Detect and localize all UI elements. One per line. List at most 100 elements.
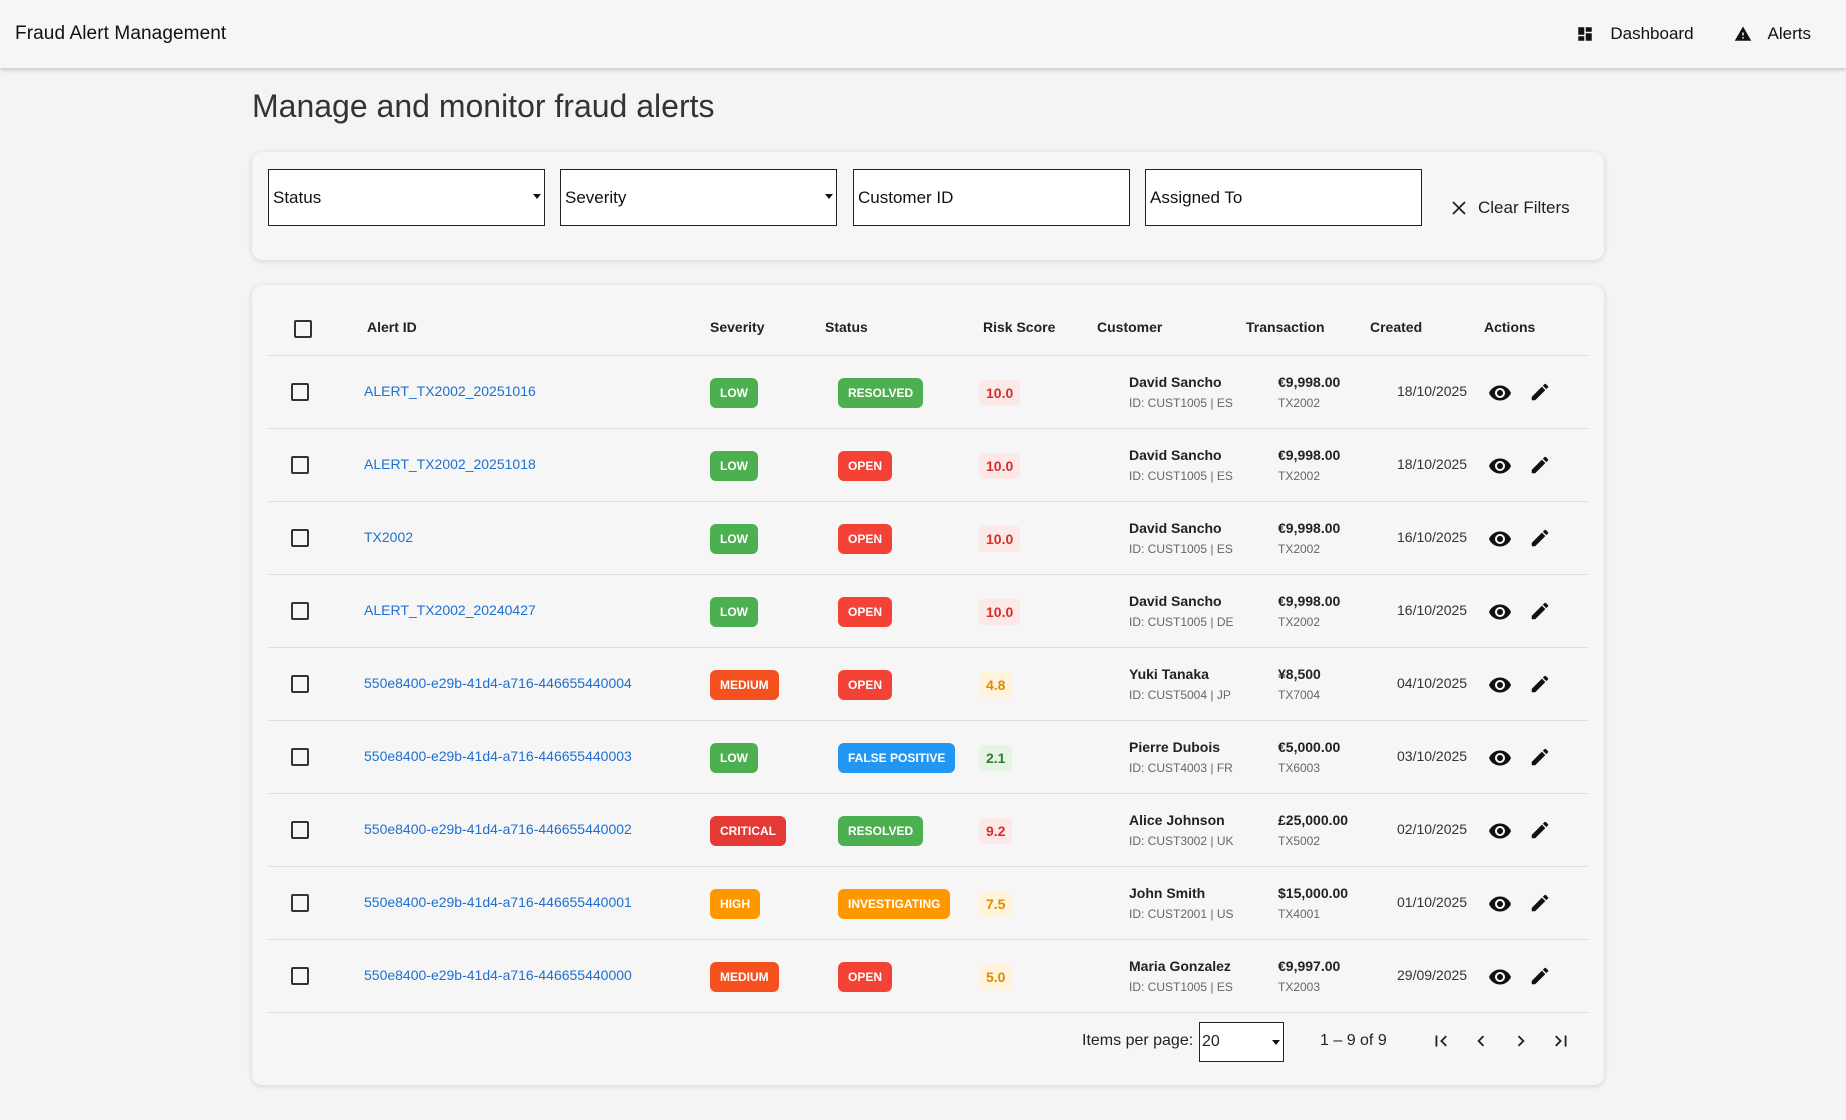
transaction-amount: €9,998.00: [1278, 447, 1341, 463]
severity-badge: LOW: [710, 524, 758, 554]
first-page-icon[interactable]: [1430, 1030, 1452, 1052]
dropdown-arrow-icon: [825, 194, 833, 199]
status-badge: INVESTIGATING: [838, 889, 951, 919]
risk-score: 2.1: [979, 745, 1013, 771]
status-filter-select[interactable]: Status: [268, 169, 545, 226]
transaction-amount: ¥8,500: [1278, 666, 1321, 682]
edit-icon[interactable]: [1529, 892, 1551, 914]
view-icon[interactable]: [1488, 381, 1512, 405]
alert-id-link[interactable]: 550e8400-e29b-41d4-a716-446655440004: [364, 675, 632, 691]
select-all-checkbox[interactable]: [294, 320, 312, 338]
severity-badge: LOW: [710, 451, 758, 481]
view-icon[interactable]: [1488, 819, 1512, 843]
created-date: 03/10/2025: [1397, 748, 1468, 764]
severity-badge: LOW: [710, 597, 758, 627]
customer-name: David Sancho: [1129, 374, 1222, 390]
alert-id-link[interactable]: ALERT_TX2002_20251016: [364, 383, 536, 399]
row-checkbox[interactable]: [291, 821, 309, 839]
status-badge: RESOLVED: [838, 378, 924, 408]
alert-id-link[interactable]: ALERT_TX2002_20251018: [364, 456, 536, 472]
row-checkbox[interactable]: [291, 967, 309, 985]
previous-page-icon[interactable]: [1470, 1030, 1492, 1052]
edit-icon[interactable]: [1529, 746, 1551, 768]
transaction-id: TX2002: [1278, 542, 1321, 556]
status-filter-label: Status: [273, 187, 322, 207]
view-icon[interactable]: [1488, 600, 1512, 624]
edit-icon[interactable]: [1529, 819, 1551, 841]
clear-filters-button[interactable]: Clear Filters: [1452, 198, 1570, 218]
created-date: 02/10/2025: [1397, 821, 1468, 837]
alert-id-link[interactable]: TX2002: [364, 529, 413, 545]
table-row: ALERT_TX2002_20251018 LOW OPEN 10.0 David Sa…: [268, 428, 1588, 501]
dropdown-arrow-icon: [533, 194, 541, 199]
customer-name: Maria Gonzalez: [1129, 958, 1231, 974]
row-checkbox[interactable]: [291, 748, 309, 766]
customer-meta: ID: CUST1005 | ES: [1129, 980, 1233, 994]
transaction-amount: €9,998.00: [1278, 520, 1341, 536]
created-date: 16/10/2025: [1397, 529, 1468, 545]
top-app-bar: Fraud Alert Management Dashboard Alerts: [0, 0, 1846, 68]
view-icon[interactable]: [1488, 892, 1512, 916]
row-checkbox[interactable]: [291, 675, 309, 693]
edit-icon[interactable]: [1529, 673, 1551, 695]
customer-meta: ID: CUST1005 | ES: [1129, 469, 1233, 483]
row-checkbox[interactable]: [291, 383, 309, 401]
view-icon[interactable]: [1488, 673, 1512, 697]
created-date: 29/09/2025: [1397, 967, 1468, 983]
table-row: ALERT_TX2002_20251016 LOW RESOLVED 10.0 Davi…: [268, 355, 1588, 428]
table-row: 550e8400-e29b-41d4-a716-446655440004 MEDI…: [268, 647, 1588, 720]
edit-icon[interactable]: [1529, 527, 1551, 549]
row-checkbox[interactable]: [291, 456, 309, 474]
alert-id-link[interactable]: 550e8400-e29b-41d4-a716-446655440001: [364, 894, 632, 910]
customer-id-input[interactable]: Customer ID: [853, 169, 1130, 226]
nav-dashboard[interactable]: Dashboard: [1556, 0, 1713, 68]
col-header-severity[interactable]: Severity: [710, 319, 764, 335]
items-per-page-select[interactable]: 20: [1199, 1022, 1284, 1062]
alert-id-link[interactable]: ALERT_TX2002_20240427: [364, 602, 536, 618]
assigned-to-placeholder: Assigned To: [1150, 187, 1243, 207]
col-header-transaction[interactable]: Transaction: [1246, 319, 1325, 335]
transaction-amount: €9,997.00: [1278, 958, 1341, 974]
view-icon[interactable]: [1488, 965, 1512, 989]
severity-filter-select[interactable]: Severity: [560, 169, 837, 226]
col-header-alert-id[interactable]: Alert ID: [367, 319, 417, 335]
table-row: ALERT_TX2002_20240427 LOW OPEN 10.0 David Sa…: [268, 574, 1588, 647]
alert-id-link[interactable]: 550e8400-e29b-41d4-a716-446655440000: [364, 967, 632, 983]
customer-name: John Smith: [1129, 885, 1206, 901]
risk-score: 10.0: [979, 453, 1021, 479]
row-checkbox[interactable]: [291, 894, 309, 912]
risk-score: 4.8: [979, 672, 1013, 698]
alert-id-link[interactable]: 550e8400-e29b-41d4-a716-446655440002: [364, 821, 632, 837]
row-checkbox[interactable]: [291, 602, 309, 620]
col-header-status[interactable]: Status: [825, 319, 868, 335]
page-title: Manage and monitor fraud alerts: [252, 88, 715, 124]
transaction-id: TX2002: [1278, 615, 1321, 629]
risk-score: 5.0: [979, 964, 1013, 990]
risk-score: 10.0: [979, 599, 1021, 625]
edit-icon[interactable]: [1529, 381, 1551, 403]
last-page-icon[interactable]: [1550, 1030, 1572, 1052]
view-icon[interactable]: [1488, 454, 1512, 478]
alert-id-link[interactable]: 550e8400-e29b-41d4-a716-446655440003: [364, 748, 632, 764]
table-row: TX2002 LOW OPEN 10.0 David Sancho ID: CUST100…: [268, 501, 1588, 574]
row-checkbox[interactable]: [291, 529, 309, 547]
view-icon[interactable]: [1488, 746, 1512, 770]
severity-badge: CRITICAL: [710, 816, 786, 846]
customer-meta: ID: CUST1005 | ES: [1129, 396, 1233, 410]
edit-icon[interactable]: [1529, 454, 1551, 476]
edit-icon[interactable]: [1529, 965, 1551, 987]
assigned-to-input[interactable]: Assigned To: [1145, 169, 1422, 226]
view-icon[interactable]: [1488, 527, 1512, 551]
nav-dashboard-label: Dashboard: [1610, 24, 1694, 43]
col-header-created[interactable]: Created: [1370, 319, 1422, 335]
transaction-id: TX2003: [1278, 980, 1321, 994]
edit-icon[interactable]: [1529, 600, 1551, 622]
top-nav: Dashboard Alerts: [1556, 0, 1831, 68]
nav-alerts[interactable]: Alerts: [1714, 0, 1831, 68]
customer-meta: ID: CUST1005 | DE: [1129, 615, 1234, 629]
status-badge: OPEN: [838, 597, 893, 627]
next-page-icon[interactable]: [1510, 1030, 1532, 1052]
status-badge: RESOLVED: [838, 816, 924, 846]
col-header-risk-score[interactable]: Risk Score: [983, 319, 1055, 335]
col-header-customer[interactable]: Customer: [1097, 319, 1162, 335]
